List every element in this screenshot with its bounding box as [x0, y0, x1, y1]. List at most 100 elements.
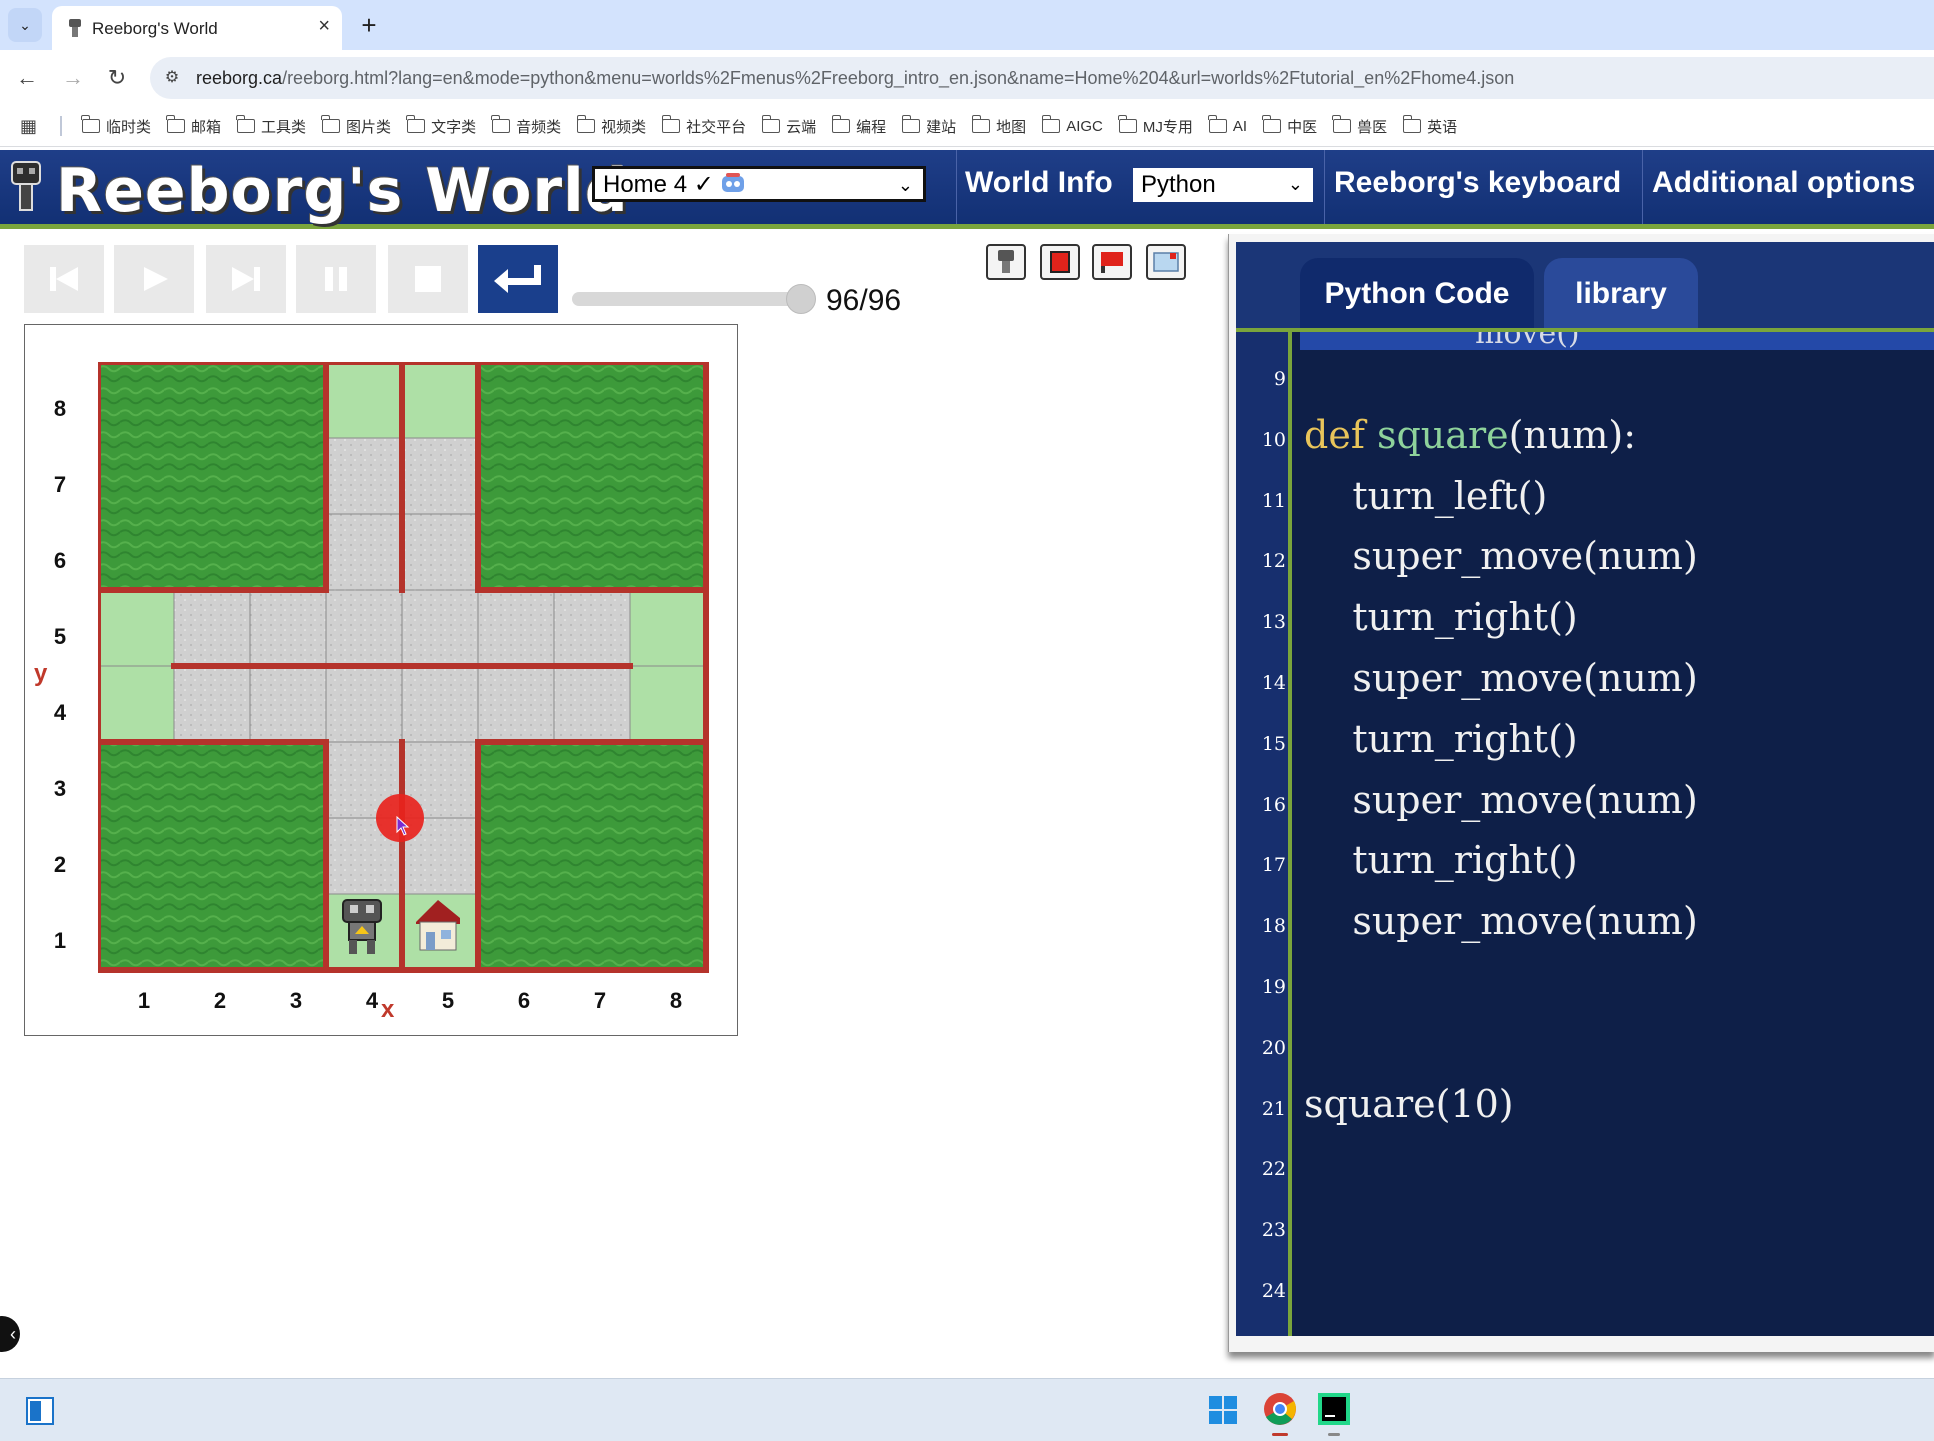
- back-arrow-icon[interactable]: ←: [10, 62, 44, 94]
- code-text: (num):: [1508, 412, 1637, 457]
- line-number: 16: [1261, 793, 1286, 816]
- code-text: turn_right(): [1304, 716, 1578, 761]
- bookmark-label: 临时类: [106, 118, 152, 136]
- pause-button[interactable]: [296, 245, 376, 313]
- tab-search-chevron-icon[interactable]: ⌄: [8, 8, 42, 42]
- x-tick-label: 5: [441, 988, 455, 1013]
- bookmark-label: 建站: [926, 118, 957, 136]
- folder-icon: [576, 115, 596, 133]
- bookmark-folder[interactable]: 音频类: [490, 112, 575, 140]
- world-objects-button[interactable]: [1040, 244, 1080, 280]
- bookmark-folder[interactable]: 建站: [900, 112, 970, 140]
- bookmark-folder[interactable]: 社交平台: [660, 112, 760, 140]
- stop-button[interactable]: [388, 245, 468, 313]
- address-bar[interactable]: ⚙ reeborg.ca/reeborg.html?lang=en&mode=p…: [150, 57, 1934, 99]
- tab-library[interactable]: library: [1544, 258, 1698, 330]
- pycharm-icon[interactable]: [1318, 1393, 1350, 1425]
- chrome-icon[interactable]: [1262, 1391, 1298, 1427]
- speed-slider-track[interactable]: [572, 292, 810, 306]
- browser-tab-bar: ⌄ Reeborg's World × +: [0, 0, 1934, 50]
- goal-flag-button[interactable]: [1092, 244, 1132, 280]
- new-tab-icon[interactable]: +: [352, 8, 386, 42]
- bookmark-folder[interactable]: 临时类: [80, 112, 165, 140]
- map-icon: [1153, 252, 1179, 272]
- bookmark-folder[interactable]: 图片类: [320, 112, 405, 140]
- folder-icon: [1041, 115, 1061, 133]
- reeborg-keyboard-button[interactable]: Reeborg's keyboard: [1334, 166, 1621, 200]
- site-info-icon[interactable]: ⚙: [160, 66, 184, 90]
- code-line[interactable]: turn_left(): [1304, 474, 1547, 518]
- step-button[interactable]: [206, 245, 286, 313]
- bookmark-folder[interactable]: 文字类: [405, 112, 490, 140]
- world-cell: [630, 742, 706, 818]
- code-line[interactable]: super_move(num): [1304, 656, 1697, 700]
- run-button[interactable]: [114, 245, 194, 313]
- code-line[interactable]: turn_right(): [1304, 838, 1578, 883]
- bookmark-label: 中医: [1287, 118, 1318, 136]
- world-cell: [326, 514, 402, 590]
- close-tab-icon[interactable]: ×: [318, 15, 330, 38]
- line-number: 15: [1261, 732, 1286, 755]
- code-line[interactable]: def square(num):: [1304, 413, 1636, 457]
- bookmark-folder[interactable]: AIGC: [1040, 112, 1117, 140]
- x-tick-label: 3: [289, 988, 303, 1013]
- code-text: square(10): [1304, 1081, 1514, 1126]
- bookmark-folder[interactable]: 工具类: [235, 112, 320, 140]
- world-cell: [98, 894, 174, 970]
- reload-world-button[interactable]: [478, 245, 558, 313]
- bookmark-folder[interactable]: 英语: [1401, 112, 1471, 140]
- collapse-arrow-icon[interactable]: ‹: [0, 1316, 20, 1352]
- world-info-button[interactable]: World Info: [965, 166, 1113, 200]
- bookmark-label: 文字类: [431, 118, 477, 136]
- bookmark-folder[interactable]: 编程: [830, 112, 900, 140]
- bookmark-folder[interactable]: 邮箱: [165, 112, 235, 140]
- robot-model-button[interactable]: [986, 244, 1026, 280]
- url-text[interactable]: reeborg.ca/reeborg.html?lang=en&mode=pyt…: [196, 68, 1514, 89]
- x-tick-label: 1: [137, 988, 151, 1013]
- code-line[interactable]: turn_right(): [1304, 716, 1578, 761]
- bookmark-folder[interactable]: 视频类: [575, 112, 660, 140]
- mouse-cursor-icon: [396, 816, 410, 836]
- bookmark-folder[interactable]: MJ专用: [1117, 112, 1207, 140]
- world-cell: [98, 818, 174, 894]
- windows-start-icon[interactable]: [1208, 1395, 1238, 1425]
- world-cell: [98, 514, 174, 590]
- bookmark-folder[interactable]: 云端: [760, 112, 830, 140]
- bookmark-label: MJ专用: [1142, 118, 1193, 136]
- line-number: 11: [1261, 489, 1286, 512]
- folder-icon: [236, 115, 256, 133]
- world-cell: [250, 514, 326, 590]
- world-cell: [554, 438, 630, 514]
- code-line[interactable]: square(10): [1304, 1082, 1514, 1126]
- bookmark-folder[interactable]: AI: [1207, 112, 1261, 140]
- world-map-button[interactable]: [1146, 244, 1186, 280]
- bookmark-folder[interactable]: 中医: [1261, 112, 1331, 140]
- reverse-step-button[interactable]: [24, 245, 104, 313]
- reload-icon[interactable]: ↻: [100, 62, 134, 94]
- world-cell: [326, 362, 402, 438]
- language-select-dropdown[interactable]: Python ⌄: [1133, 168, 1313, 202]
- browser-tab-reeborg[interactable]: Reeborg's World ×: [52, 6, 342, 50]
- forward-arrow-icon[interactable]: →: [56, 62, 90, 94]
- apps-grid-icon[interactable]: ▦: [20, 116, 37, 137]
- world-select-dropdown[interactable]: Home 4 ✓ ⌄: [592, 166, 926, 202]
- folder-icon: [831, 115, 851, 133]
- speed-slider-thumb[interactable]: [786, 284, 816, 314]
- code-text: turn_right(): [1304, 838, 1578, 883]
- bookmark-folder[interactable]: 兽医: [1331, 112, 1401, 140]
- code-line[interactable]: super_move(num): [1304, 534, 1697, 578]
- widgets-icon[interactable]: [26, 1397, 54, 1425]
- y-tick-label: 6: [53, 548, 67, 573]
- code-line[interactable]: turn_right(): [1304, 595, 1578, 640]
- tab-python-code[interactable]: Python Code: [1300, 258, 1534, 330]
- code-text: turn_right(): [1304, 595, 1578, 640]
- folder-icon: [1208, 115, 1227, 133]
- bookmark-folder[interactable]: 地图: [970, 112, 1040, 140]
- additional-options-button[interactable]: Additional options: [1652, 166, 1915, 200]
- code-line[interactable]: super_move(num): [1304, 899, 1697, 943]
- world-cell: [250, 362, 326, 438]
- y-tick-label: 1: [53, 928, 67, 953]
- reeborg-favicon-icon: [69, 19, 81, 37]
- code-line[interactable]: super_move(num): [1304, 778, 1697, 822]
- windows-taskbar: [0, 1378, 1934, 1441]
